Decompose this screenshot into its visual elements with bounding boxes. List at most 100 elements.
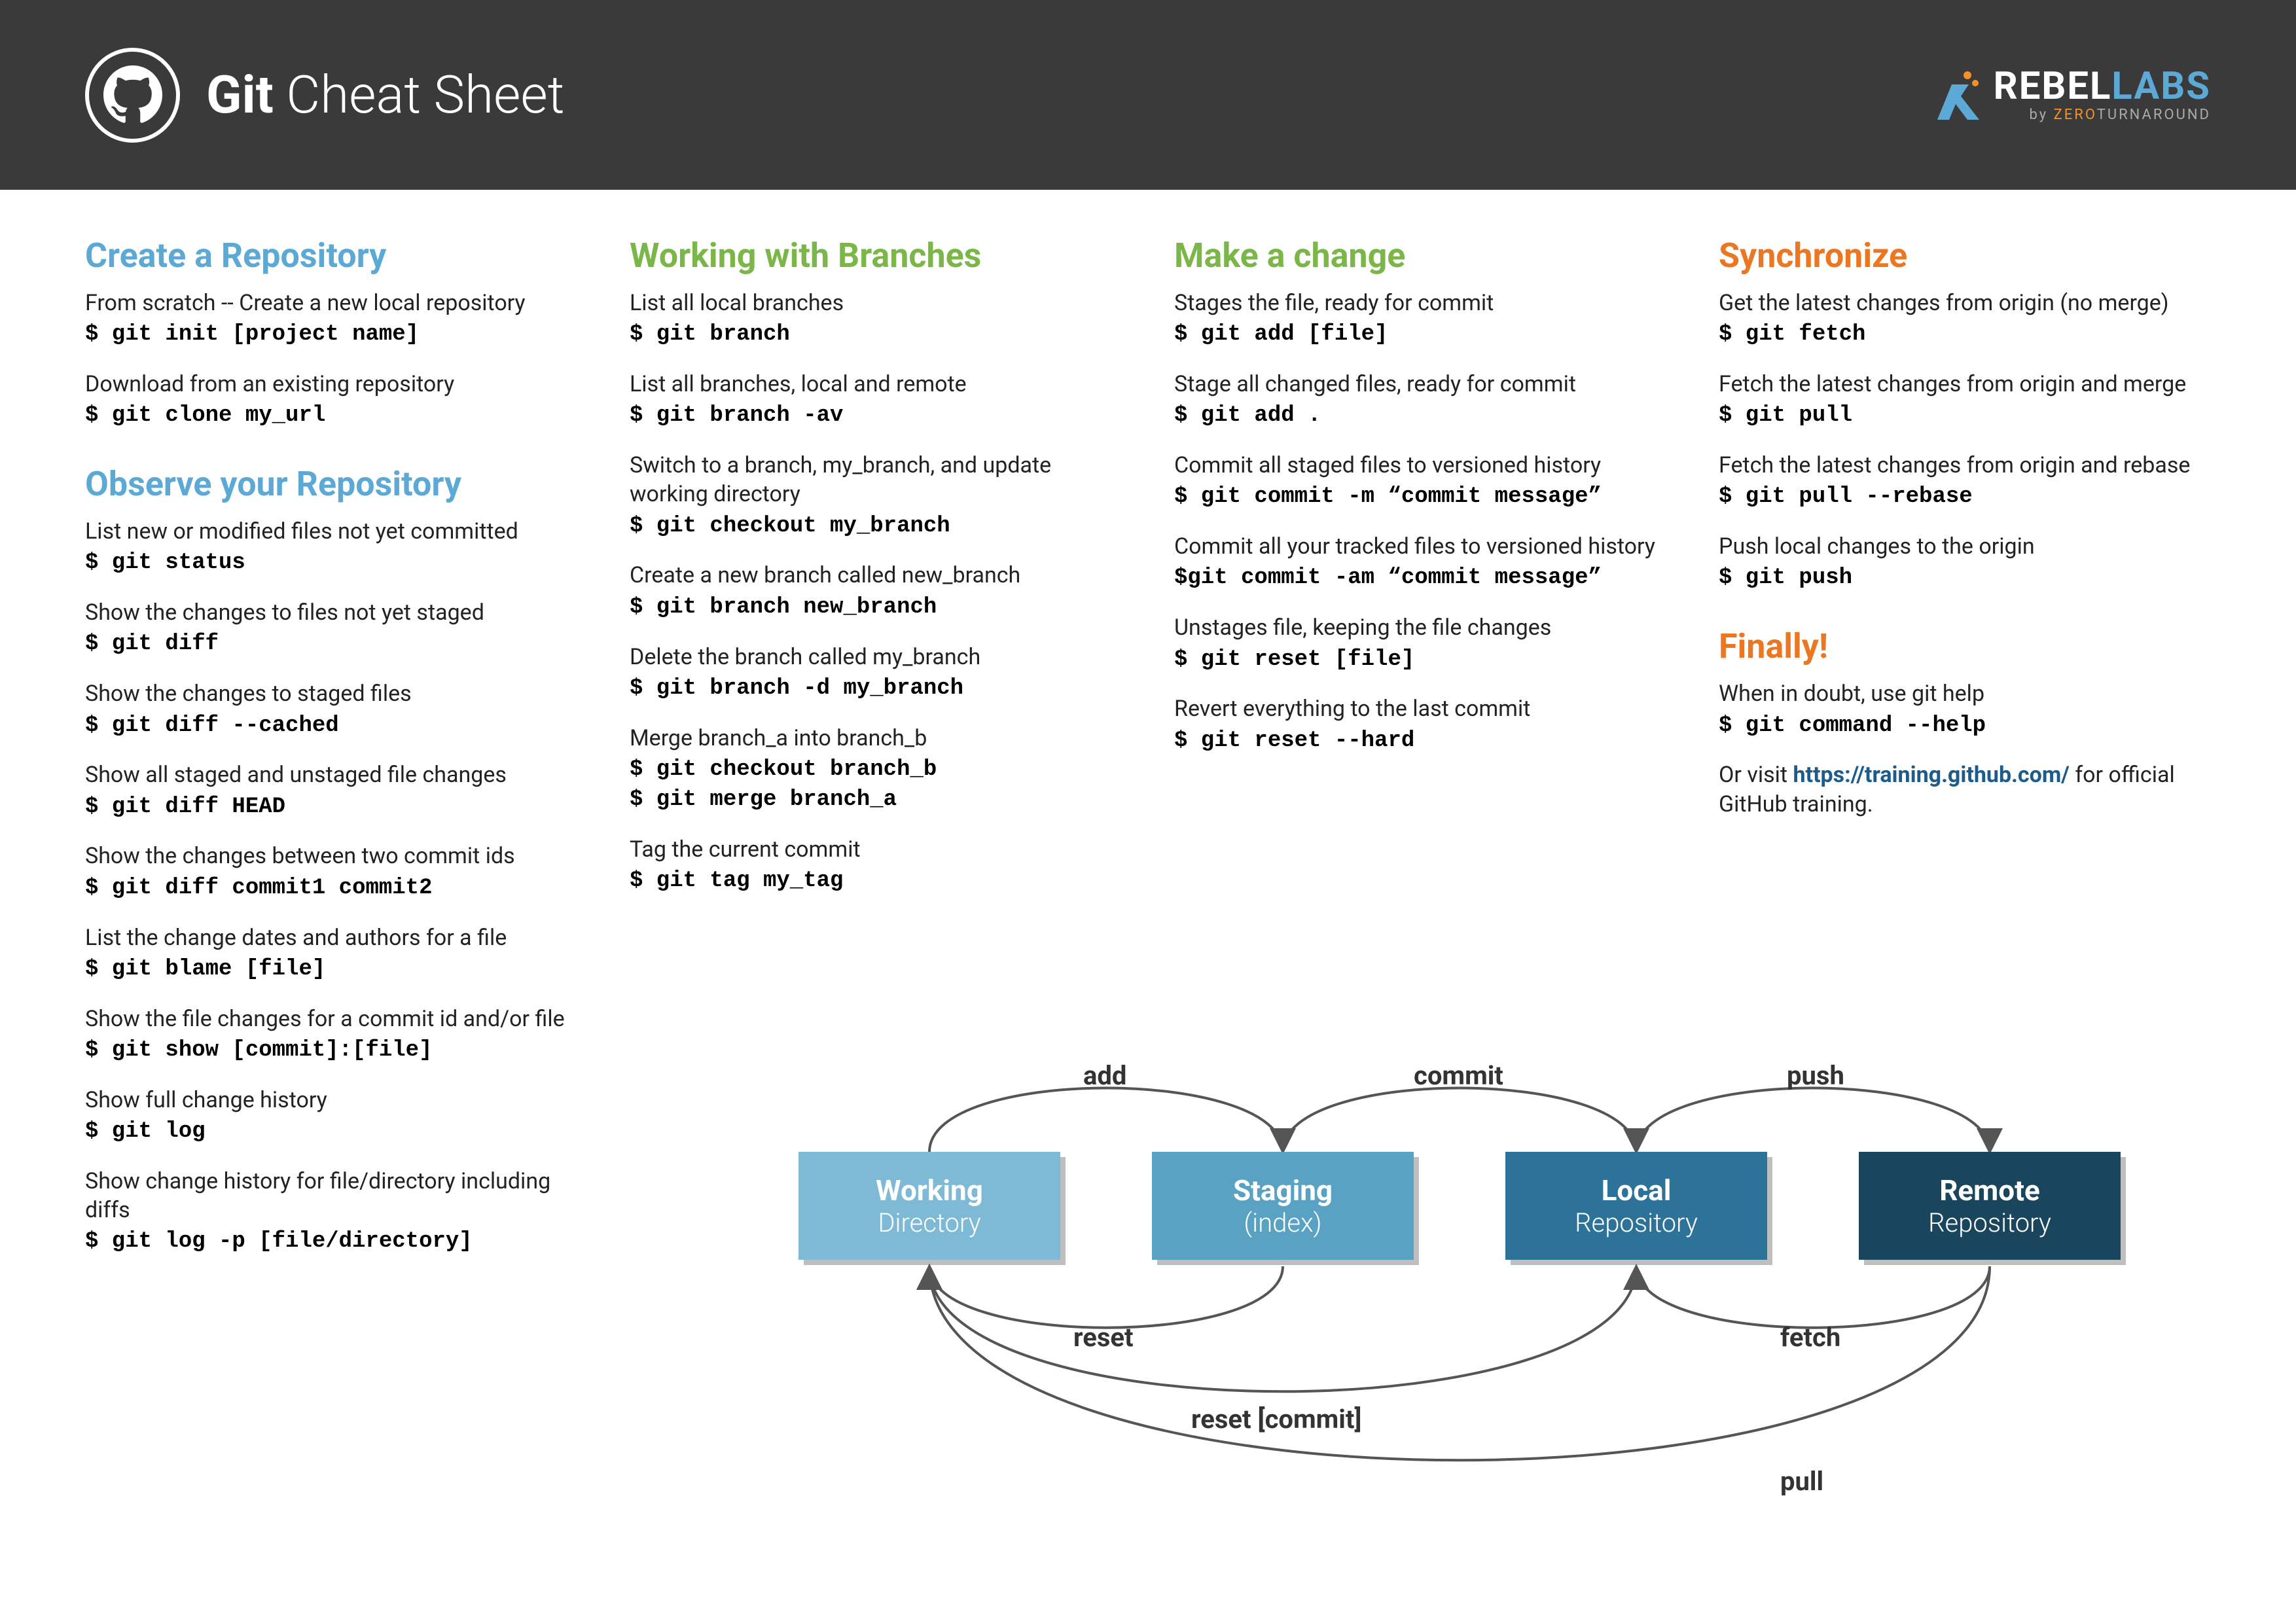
box-title: Remote (1939, 1173, 2040, 1207)
entry: Tag the current commit $ git tag my_tag (630, 835, 1122, 897)
cmd: $ git clone my_url (85, 401, 577, 431)
heading-create-repo: Create a Repository (85, 236, 577, 276)
cmd: $ git diff (85, 630, 577, 660)
diagram-arrows (720, 1027, 2160, 1584)
entry: Show the changes to staged files $ git d… (85, 679, 577, 741)
brand-blue: LABS (2111, 64, 2211, 109)
desc: List all branches, local and remote (630, 370, 1122, 399)
cmd: $ git log (85, 1117, 577, 1147)
entry: List all branches, local and remote $ gi… (630, 370, 1122, 431)
desc: Delete the branch called my_branch (630, 643, 1122, 671)
entry: Show the changes between two commit ids … (85, 842, 577, 903)
entry: Show change history for file/directory i… (85, 1167, 577, 1257)
entry: Commit all staged files to versioned his… (1174, 451, 1666, 512)
label-reset: reset (1073, 1322, 1134, 1353)
desc: List all local branches (630, 289, 1122, 317)
entry: Merge branch_a into branch_b $ git check… (630, 724, 1122, 815)
title-bold: Git (206, 64, 274, 126)
label-reset-commit: reset [commit] (1191, 1404, 1362, 1435)
box-sub: Repository (1575, 1207, 1698, 1238)
entry: Get the latest changes from origin (no m… (1719, 289, 2211, 350)
entry: Download from an existing repository $ g… (85, 370, 577, 431)
header-bar: Git Cheat Sheet REBELLABS by ZEROTURNARO… (0, 0, 2296, 190)
box-sub: Repository (1928, 1207, 2051, 1238)
desc: Fetch the latest changes from origin and… (1719, 451, 2211, 480)
cmd: $ git reset --hard (1174, 726, 1666, 757)
entry: Unstages file, keeping the file changes … (1174, 613, 1666, 675)
desc: Or visit https://training.github.com/ fo… (1719, 760, 2211, 818)
cmd: $ git command --help (1719, 711, 2211, 741)
desc: Tag the current commit (630, 835, 1122, 864)
box-title: Working (876, 1173, 983, 1207)
entry: Stages the file, ready for commit $ git … (1174, 289, 1666, 350)
column-1: Create a Repository From scratch -- Crea… (85, 236, 577, 1277)
desc: List the change dates and authors for a … (85, 923, 577, 952)
desc: From scratch -- Create a new local repos… (85, 289, 577, 317)
entry: Revert everything to the last commit $ g… (1174, 694, 1666, 756)
entry: List new or modified files not yet commi… (85, 517, 577, 579)
desc: Create a new branch called new_branch (630, 561, 1122, 590)
cmd: $ git diff HEAD (85, 793, 577, 823)
diagram-box-working: Working Directory (798, 1152, 1060, 1260)
cmd: $ git branch -av (630, 401, 1122, 431)
entry: Show the file changes for a commit id an… (85, 1005, 577, 1066)
desc: Show change history for file/directory i… (85, 1167, 577, 1224)
desc: Show the file changes for a commit id an… (85, 1005, 577, 1033)
title-rest: Cheat Sheet (274, 64, 565, 126)
brand-sub-rest: TURNAROUND (2097, 107, 2211, 123)
desc: Show the changes to staged files (85, 679, 577, 708)
brand-name: REBELLABS (1994, 67, 2211, 105)
label-commit: commit (1414, 1060, 1503, 1091)
heading-make-change: Make a change (1174, 236, 1666, 276)
desc: Show all staged and unstaged file change… (85, 760, 577, 789)
desc: Show full change history (85, 1086, 577, 1115)
brand-subtitle: by ZEROTURNAROUND (1994, 108, 2211, 122)
cmd: $ git add . (1174, 401, 1666, 431)
entry: Show full change history $ git log (85, 1086, 577, 1147)
cmd: $ git fetch (1719, 320, 2211, 350)
cmd: $ git log -p [file/directory] (85, 1227, 577, 1257)
entry: Commit all your tracked files to version… (1174, 532, 1666, 594)
box-title: Local (1602, 1173, 1672, 1207)
cmd: $ git checkout my_branch (630, 512, 1122, 542)
entry: Push local changes to the origin $ git p… (1719, 532, 2211, 594)
heading-observe-repo: Observe your Repository (85, 464, 577, 504)
brand-sub-prefix: by (2030, 107, 2054, 123)
cmd: $ git pull --rebase (1719, 482, 2211, 512)
entry: Switch to a branch, my_branch, and updat… (630, 451, 1122, 541)
entry: When in doubt, use git help $ git comman… (1719, 679, 2211, 741)
cmd: $ git merge branch_a (630, 785, 1122, 815)
label-push: push (1787, 1060, 1844, 1091)
rebel-icon (1929, 70, 1982, 122)
cmd: $ git branch -d my_branch (630, 674, 1122, 704)
brand-sub-orange: ZERO (2054, 107, 2097, 123)
finally-text-1: Or visit (1719, 762, 1793, 788)
desc: Commit all your tracked files to version… (1174, 532, 1666, 561)
cmd: $ git commit -m “commit message” (1174, 482, 1666, 512)
cmd: $ git init [project name] (85, 320, 577, 350)
training-link[interactable]: https://training.github.com/ (1793, 762, 2069, 788)
desc: When in doubt, use git help (1719, 679, 2211, 708)
entry: Create a new branch called new_branch $ … (630, 561, 1122, 622)
diagram-box-staging: Staging (index) (1152, 1152, 1414, 1260)
box-sub: Directory (878, 1207, 980, 1238)
heading-branches: Working with Branches (630, 236, 1122, 276)
entry: List all local branches $ git branch (630, 289, 1122, 350)
box-title: Staging (1233, 1173, 1333, 1207)
cmd: $ git blame [file] (85, 955, 577, 985)
cmd: $ git push (1719, 563, 2211, 594)
desc: Revert everything to the last commit (1174, 694, 1666, 723)
cmd: $ git diff --cached (85, 711, 577, 741)
desc: Unstages file, keeping the file changes (1174, 613, 1666, 642)
cmd: $ git add [file] (1174, 320, 1666, 350)
brand-logo: REBELLABS by ZEROTURNAROUND (1929, 67, 2211, 122)
desc: Download from an existing repository (85, 370, 577, 399)
cmd: $ git tag my_tag (630, 866, 1122, 897)
desc: List new or modified files not yet commi… (85, 517, 577, 546)
desc: Fetch the latest changes from origin and… (1719, 370, 2211, 399)
desc: Show the changes to files not yet staged (85, 598, 577, 627)
desc: Stages the file, ready for commit (1174, 289, 1666, 317)
label-pull: pull (1780, 1466, 1823, 1497)
entry: List the change dates and authors for a … (85, 923, 577, 985)
github-icon (85, 48, 180, 143)
